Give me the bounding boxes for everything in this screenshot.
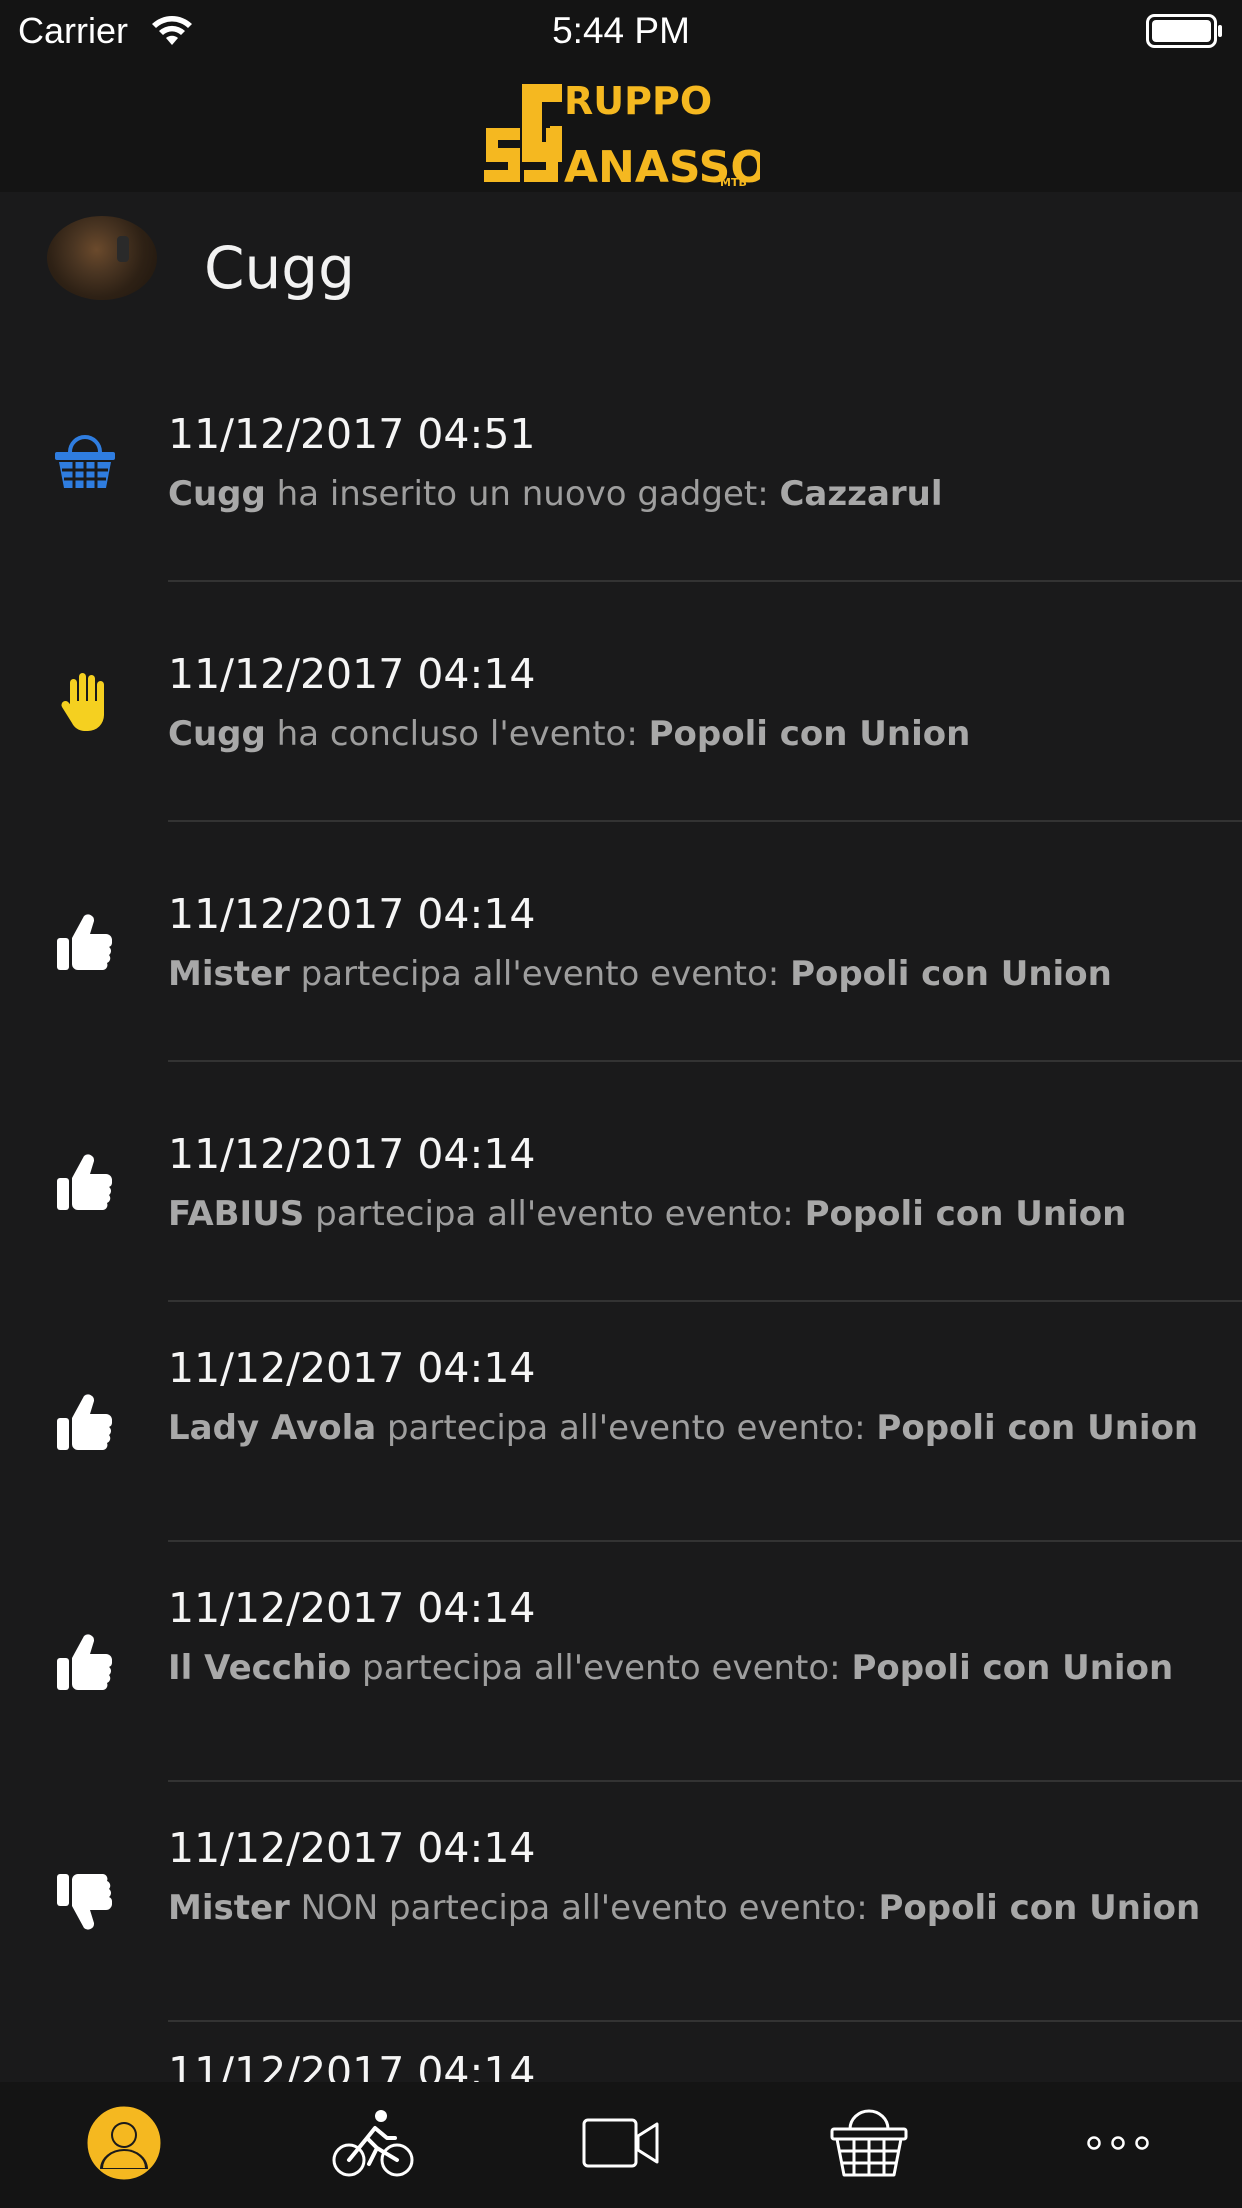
feed-item-actor: Cugg [168, 474, 266, 514]
nav-bar: RUPPO ANASSO MTB [0, 60, 1242, 193]
shop-icon [830, 2109, 908, 2181]
feed-item[interactable]: 11/12/2017 04:14 Il Vecchio partecipa al… [0, 1542, 1242, 1782]
feed-item-object: Popoli con Union [790, 954, 1112, 994]
feed-item-object: Cazzarul [779, 474, 943, 514]
thumbs-up-icon [50, 1302, 120, 1542]
basket-icon [50, 342, 120, 582]
feed-item-action: partecipa all'evento evento: [304, 1194, 805, 1234]
feed-item-actor: FABIUS [168, 1194, 305, 1234]
feed-item-actor: Mister [168, 954, 290, 994]
feed-item-actor: Lady Avola [168, 1408, 377, 1448]
profile-name: Cugg [204, 234, 355, 302]
feed-item-object: Popoli con Union [804, 1194, 1127, 1234]
feed-item-description: Mister NON partecipa all'evento evento: … [168, 1884, 1208, 1932]
feed-item-date: 11/12/2017 04:14 [168, 650, 536, 698]
feed-item-date: 11/12/2017 04:51 [168, 410, 536, 458]
feed-item-description: FABIUS partecipa all'evento evento: Popo… [168, 1190, 1208, 1238]
tab-videos[interactable] [497, 2082, 745, 2208]
feed-item-action: partecipa all'evento evento: [289, 954, 791, 994]
feed-item-action: NON partecipa all'evento evento: [289, 1888, 879, 1928]
feed-item[interactable]: 11/12/2017 04:14 Mister partecipa all'ev… [0, 822, 1242, 1062]
clock: 5:44 PM [552, 10, 690, 51]
feed-item-action: ha inserito un nuovo gadget: [265, 474, 780, 514]
profile-header[interactable]: Cugg [0, 192, 1242, 342]
feed-item[interactable]: 11/12/2017 04:14 Cugg ha concluso l'even… [0, 582, 1242, 822]
thumbs-up-icon [50, 1062, 120, 1302]
feed-item-date: 11/12/2017 04:14 [168, 1824, 536, 1872]
feed-item-object: Popoli con Union [876, 1408, 1199, 1448]
feed-item-description: Mister partecipa all'evento evento: Popo… [168, 950, 1208, 998]
bike-icon [331, 2108, 415, 2182]
avatar[interactable] [47, 216, 157, 300]
video-icon [582, 2118, 660, 2172]
logo-text-top: RUPPO [564, 79, 712, 123]
feed-item-action: partecipa all'evento evento: [376, 1408, 877, 1448]
feed-item-actor: Mister [168, 1888, 290, 1928]
feed-item-object: Popoli con Union [878, 1888, 1201, 1928]
feed-item[interactable]: 11/12/2017 04:14 Lady Avola partecipa al… [0, 1302, 1242, 1542]
activity-feed[interactable]: 11/12/2017 04:51 Cugg ha inserito un nuo… [0, 342, 1242, 2082]
feed-item-date: 11/12/2017 04:14 [168, 1344, 536, 1392]
tab-more[interactable] [994, 2082, 1242, 2208]
feed-item-date: 11/12/2017 04:14 [168, 890, 536, 938]
more-icon [1086, 2135, 1150, 2155]
feed-item[interactable]: 11/12/2017 04:14 Mister NON partecipa al… [0, 1782, 1242, 2022]
feed-item-description: Cugg ha inserito un nuovo gadget: Cazzar… [168, 470, 1208, 518]
app-logo: RUPPO ANASSO MTB [484, 70, 768, 193]
tab-profile[interactable] [0, 2082, 248, 2208]
hand-stop-icon [50, 582, 120, 822]
status-bar: Carrier 5:44 PM [0, 0, 1242, 60]
tab-rides[interactable] [248, 2082, 496, 2208]
feed-item-date: 11/12/2017 04:14 [168, 2048, 536, 2082]
feed-item-action: partecipa all'evento evento: [351, 1648, 852, 1688]
thumbs-up-icon [50, 1542, 120, 1782]
feed-item[interactable]: 11/12/2017 04:14 FABIUS partecipa all'ev… [0, 1062, 1242, 1302]
tab-bar [0, 2082, 1242, 2208]
feed-item-description: Cugg ha concluso l'evento: Popoli con Un… [168, 710, 1208, 758]
feed-item[interactable]: 11/12/2017 04:14 [0, 2022, 1242, 2082]
feed-item-actor: Il Vecchio [168, 1648, 352, 1688]
feed-item[interactable]: 11/12/2017 04:51 Cugg ha inserito un nuo… [0, 342, 1242, 582]
feed-item-date: 11/12/2017 04:14 [168, 1130, 536, 1178]
feed-item-object: Popoli con Union [851, 1648, 1174, 1688]
thumbs-down-icon [50, 1782, 120, 2022]
feed-item-object: Popoli con Union [648, 714, 971, 754]
feed-item-action: ha concluso l'evento: [265, 714, 649, 754]
profile-icon [86, 2105, 162, 2185]
battery-icon [1146, 14, 1224, 57]
feed-item-date: 11/12/2017 04:14 [168, 1584, 536, 1632]
feed-item-actor: Cugg [168, 714, 266, 754]
feed-item-description: Il Vecchio partecipa all'evento evento: … [168, 1644, 1208, 1692]
feed-item-description: Lady Avola partecipa all'evento evento: … [168, 1404, 1208, 1452]
thumbs-up-icon [50, 822, 120, 1062]
tab-shop[interactable] [745, 2082, 993, 2208]
logo-text-small: MTB [720, 176, 747, 188]
